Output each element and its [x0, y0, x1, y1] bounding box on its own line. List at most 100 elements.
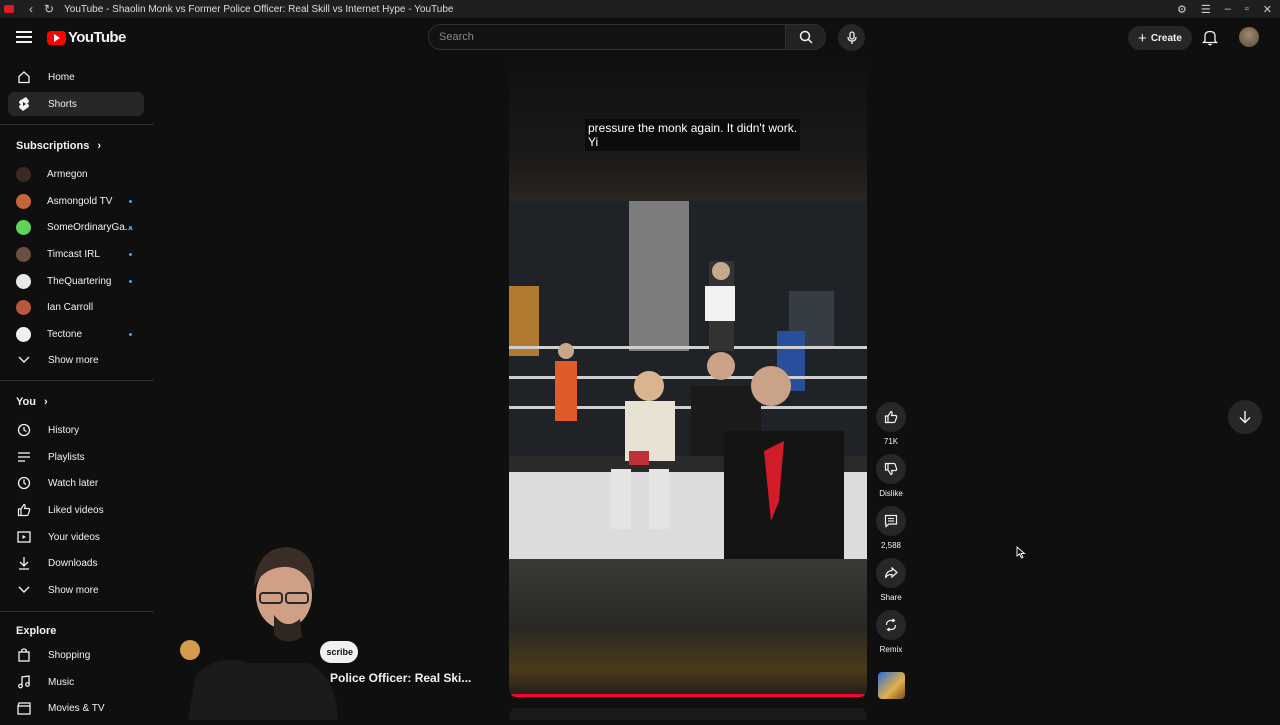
like-button[interactable]: 71K: [874, 402, 908, 446]
channel-avatar: [16, 273, 31, 289]
chevron-down-icon: [16, 352, 32, 368]
you-heading[interactable]: You ›: [16, 396, 48, 408]
sidebar-item-history[interactable]: History: [8, 418, 144, 442]
masthead: YouTube + Create: [0, 18, 1280, 58]
sidebar-item-downloads[interactable]: Downloads: [8, 551, 144, 575]
dislike-button[interactable]: Dislike: [874, 454, 908, 498]
next-short-preview[interactable]: [509, 708, 867, 720]
new-content-dot: [129, 226, 132, 229]
sidebar-item-label: Show more: [48, 354, 99, 366]
home-icon: [16, 69, 32, 85]
sidebar-item-label: Movies & TV: [48, 702, 105, 714]
shorts-video-player[interactable]: pressure the monk again. It didn't work.…: [509, 61, 867, 697]
extensions-icon[interactable]: ⚙: [1177, 3, 1187, 16]
sidebar-divider: [0, 611, 154, 612]
sidebar-item-label: Playlists: [48, 451, 85, 463]
sidebar-item-label: TheQuartering: [47, 275, 112, 287]
short-title[interactable]: Police Officer: Real Ski...: [330, 671, 471, 685]
comment-count: 2,588: [880, 541, 902, 550]
sidebar-item-thequartering[interactable]: TheQuartering: [8, 269, 144, 293]
voice-search-button[interactable]: [838, 24, 865, 51]
sidebar-item-your-videos[interactable]: Your videos: [8, 525, 144, 549]
window-menu-icon[interactable]: ☰: [1201, 3, 1211, 16]
search-button[interactable]: [786, 24, 826, 50]
share-label: Share: [880, 593, 902, 602]
share-button[interactable]: Share: [874, 558, 908, 602]
sidebar-item-watch-later[interactable]: Watch later: [8, 471, 144, 495]
search-input[interactable]: [429, 25, 785, 49]
clapperboard-icon: [16, 700, 32, 716]
thumbs-down-icon: [876, 454, 906, 484]
account-avatar[interactable]: [1239, 27, 1259, 47]
sidebar-item-label: Timcast IRL: [47, 248, 100, 260]
sidebar-item-asmongold-tv[interactable]: Asmongold TV: [8, 189, 144, 213]
sidebar-item-playlists[interactable]: Playlists: [8, 445, 144, 469]
sidebar-item-home[interactable]: Home: [8, 65, 144, 89]
sidebar-item-label: Asmongold TV: [47, 195, 113, 207]
sidebar-item-timcast-irl[interactable]: Timcast IRL: [8, 242, 144, 266]
sound-thumbnail[interactable]: [878, 672, 905, 699]
caption-line: Yi: [588, 135, 599, 149]
sidebar-item-movies-tv[interactable]: Movies & TV: [8, 696, 144, 720]
you-show-more[interactable]: Show more: [8, 578, 144, 602]
dislike-label: Dislike: [879, 489, 903, 498]
close-button[interactable]: ✕: [1263, 3, 1272, 16]
remix-button[interactable]: Remix: [874, 610, 908, 654]
next-short-button[interactable]: [1228, 400, 1262, 434]
sidebar-item-armegon[interactable]: Armegon: [8, 162, 144, 186]
notifications-bell-icon[interactable]: [1201, 28, 1219, 46]
new-content-dot: [129, 280, 132, 283]
video-blurred-bottom: [509, 559, 867, 697]
sidebar-item-label: Downloads: [48, 557, 98, 569]
shopping-bag-icon: [16, 647, 32, 663]
thumbs-up-icon: [16, 502, 32, 518]
maximize-button[interactable]: ▫: [1245, 3, 1249, 15]
sidebar-item-label: History: [48, 424, 80, 436]
sidebar-item-music[interactable]: Music: [8, 670, 144, 694]
sidebar-item-label: Music: [48, 676, 75, 688]
sidebar-item-liked-videos[interactable]: Liked videos: [8, 498, 144, 522]
channel-avatar: [16, 193, 31, 209]
closed-caption: pressure the monk again. It didn't work.…: [585, 119, 801, 151]
hamburger-menu-icon[interactable]: [14, 28, 34, 48]
youtube-play-logo-icon: [47, 30, 66, 45]
caption-line: pressure the monk again. It didn't work.: [588, 121, 798, 135]
explore-heading-label: Explore: [16, 625, 57, 637]
sidebar-item-label: Home: [48, 71, 75, 83]
comment-icon: [876, 506, 906, 536]
chevron-right-icon: ›: [97, 140, 102, 152]
sidebar-item-label: Ian Carroll: [47, 301, 94, 313]
youtube-logo[interactable]: YouTube: [47, 29, 126, 46]
comments-button[interactable]: 2,588: [874, 506, 908, 550]
logo-text: YouTube: [68, 29, 126, 46]
minimize-button[interactable]: –: [1225, 3, 1231, 15]
sidebar-item-tectone[interactable]: Tectone: [8, 322, 144, 346]
remix-label: Remix: [879, 645, 903, 654]
arrow-down-icon: [1239, 411, 1251, 424]
history-icon: [16, 422, 32, 438]
search-box[interactable]: [428, 24, 786, 50]
mouse-cursor-icon: [1016, 546, 1026, 564]
sparring-scene-image: [509, 201, 867, 559]
thumbs-up-icon: [876, 402, 906, 432]
search-icon: [799, 30, 813, 44]
sidebar-item-shorts[interactable]: Shorts: [8, 92, 144, 116]
sidebar-item-label: Tectone: [47, 328, 83, 340]
subscriptions-show-more[interactable]: Show more: [8, 348, 144, 372]
playlists-icon: [16, 449, 32, 465]
sidebar-item-label: Your videos: [48, 531, 100, 543]
reload-icon[interactable]: ↻: [40, 2, 58, 16]
video-progress-bar[interactable]: [509, 694, 867, 697]
sidebar-item-shopping[interactable]: Shopping: [8, 643, 144, 667]
streamer-webcam-image: [180, 547, 338, 720]
back-arrow-icon[interactable]: ‹: [22, 2, 40, 16]
remix-icon: [876, 610, 906, 640]
new-content-dot: [129, 333, 132, 336]
new-content-dot: [129, 200, 132, 203]
progress-fill: [509, 694, 864, 697]
shorts-icon: [16, 96, 32, 112]
sidebar-item-someordinarygamers[interactable]: SomeOrdinaryGa...: [8, 215, 144, 239]
create-button[interactable]: + Create: [1128, 26, 1192, 50]
subscriptions-heading[interactable]: Subscriptions ›: [16, 140, 101, 152]
sidebar-item-ian-carroll[interactable]: Ian Carroll: [8, 295, 144, 319]
